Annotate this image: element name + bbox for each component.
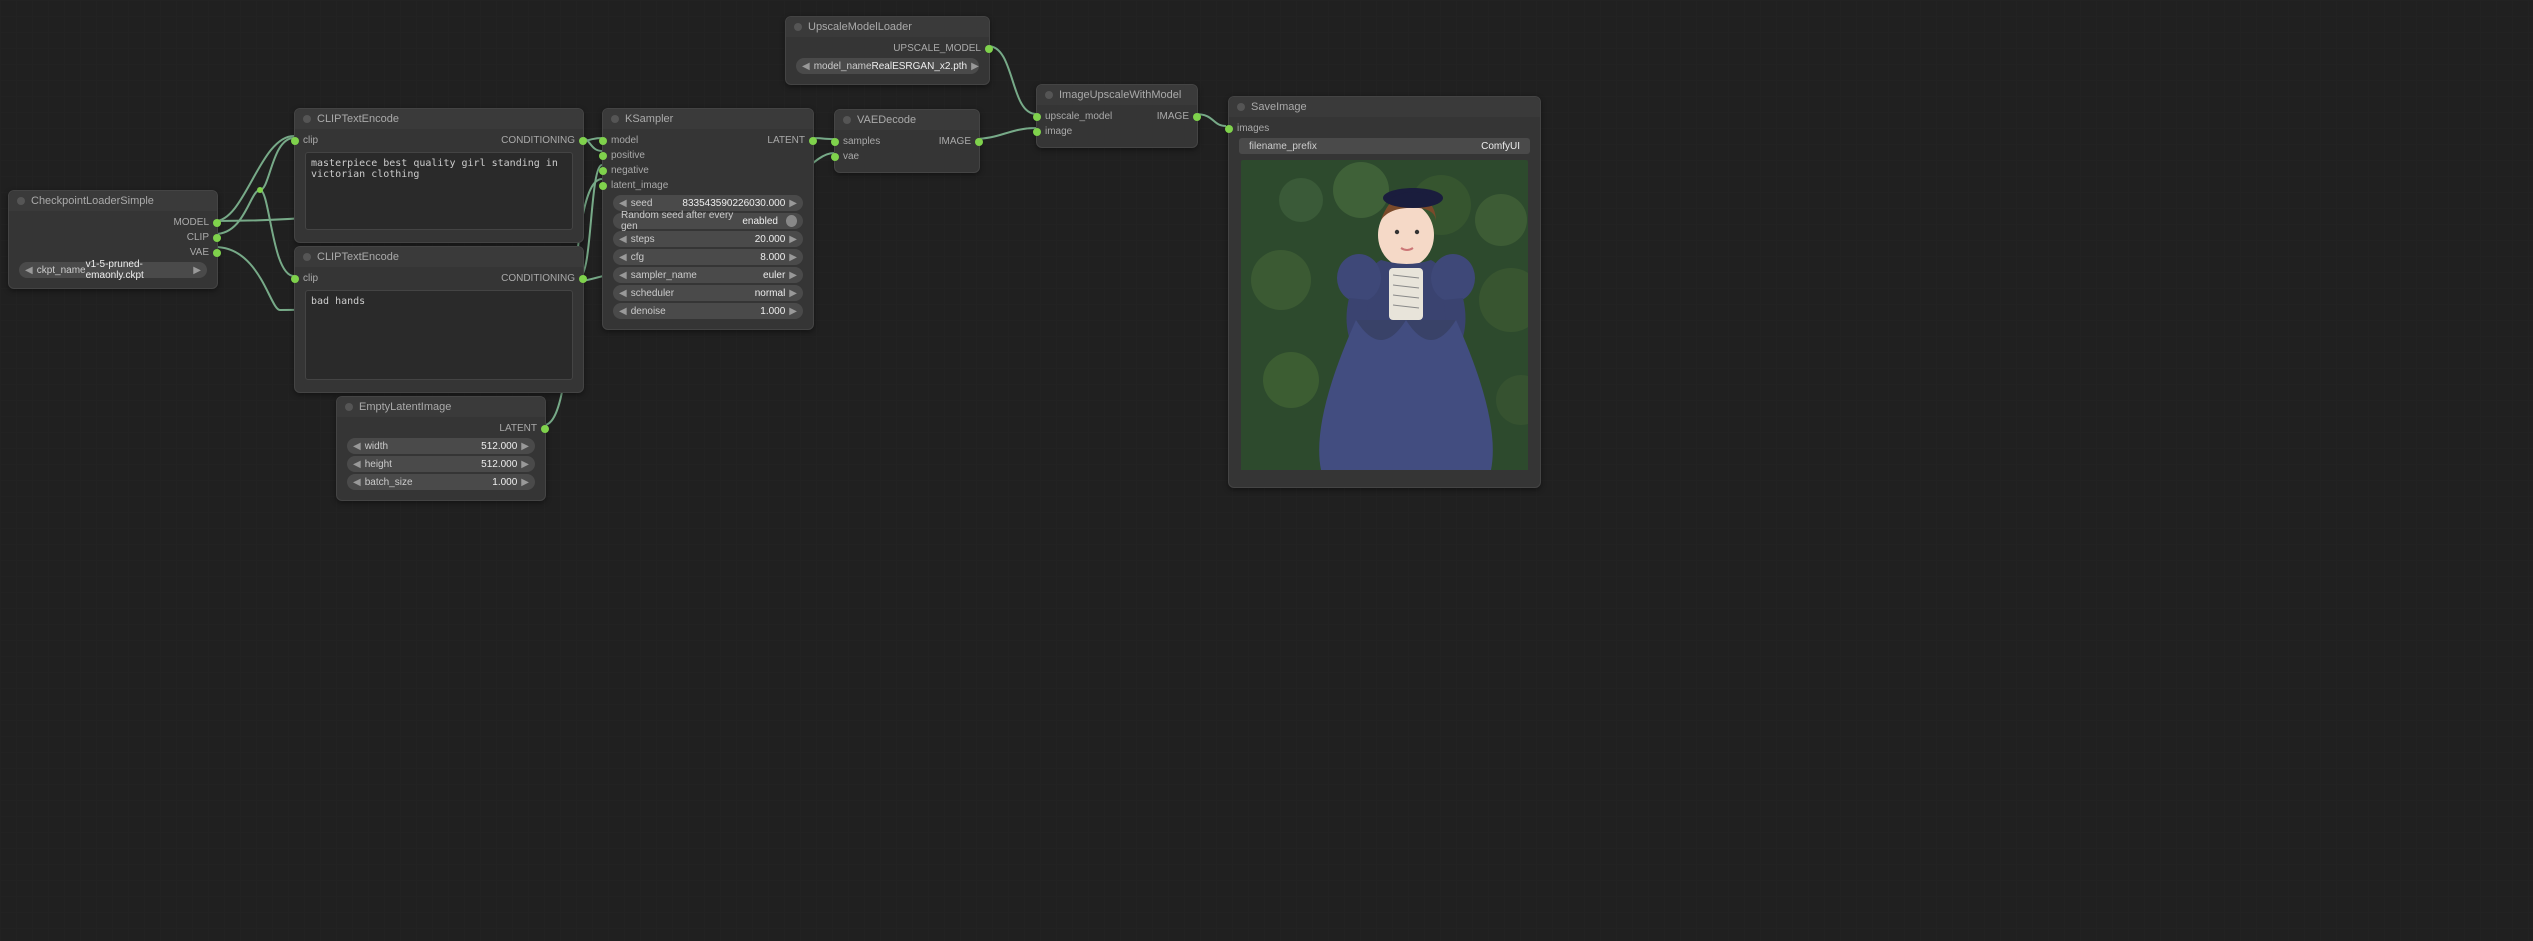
status-dot — [345, 403, 353, 411]
node-checkpoint-loader[interactable]: CheckpointLoaderSimple MODEL CLIP VAE ◀ … — [8, 190, 218, 289]
node-clip-negative[interactable]: CLIPTextEncode clip CONDITIONING bad han… — [294, 246, 584, 393]
node-vae-decode[interactable]: VAEDecode samples vae IMAGE — [834, 109, 980, 173]
node-title: UpscaleModelLoader — [808, 21, 912, 33]
node-title: CLIPTextEncode — [317, 251, 399, 263]
input-clip[interactable]: clip — [301, 133, 318, 148]
node-titlebar[interactable]: CheckpointLoaderSimple — [9, 191, 217, 211]
node-title: EmptyLatentImage — [359, 401, 451, 413]
prompt-textarea[interactable]: masterpiece best quality girl standing i… — [305, 152, 573, 230]
output-vae[interactable]: VAE — [15, 245, 211, 260]
input-positive[interactable]: positive — [609, 148, 668, 163]
chevron-right-icon[interactable]: ▶ — [971, 61, 979, 72]
input-images[interactable]: images — [1235, 121, 1534, 136]
widget-latent-0[interactable]: ◀width512.000▶ — [347, 438, 535, 454]
node-titlebar[interactable]: CLIPTextEncode — [295, 109, 583, 129]
output-conditioning[interactable]: CONDITIONING — [501, 271, 577, 286]
widget-latent-2[interactable]: ◀batch_size1.000▶ — [347, 474, 535, 490]
node-upscale-model-loader[interactable]: UpscaleModelLoader UPSCALE_MODEL ◀ model… — [785, 16, 990, 85]
chevron-left-icon[interactable]: ◀ — [802, 61, 810, 72]
output-conditioning[interactable]: CONDITIONING — [501, 133, 577, 148]
widget-model-name[interactable]: ◀ model_name RealESRGAN_x2.pth ▶ — [796, 58, 979, 74]
status-dot — [794, 23, 802, 31]
widget-ksampler-2[interactable]: ◀steps20.000▶ — [613, 231, 803, 247]
output-model[interactable]: MODEL — [15, 215, 211, 230]
node-titlebar[interactable]: UpscaleModelLoader — [786, 17, 989, 37]
node-title: KSampler — [625, 113, 673, 125]
status-dot — [611, 115, 619, 123]
node-titlebar[interactable]: SaveImage — [1229, 97, 1540, 117]
output-upscale-model[interactable]: UPSCALE_MODEL — [792, 41, 983, 56]
input-upscale-model[interactable]: upscale_model — [1043, 109, 1112, 124]
widget-ksampler-0[interactable]: ◀seed833543590226030.000▶ — [613, 195, 803, 211]
status-dot — [843, 116, 851, 124]
node-clip-positive[interactable]: CLIPTextEncode clip CONDITIONING masterp… — [294, 108, 584, 243]
output-clip[interactable]: CLIP — [15, 230, 211, 245]
status-dot — [303, 253, 311, 261]
chevron-left-icon[interactable]: ◀ — [25, 265, 33, 276]
prompt-textarea[interactable]: bad hands — [305, 290, 573, 380]
chevron-right-icon[interactable]: ▶ — [193, 265, 201, 276]
node-save-image[interactable]: SaveImage images filename_prefix ComfyUI — [1228, 96, 1541, 488]
output-latent[interactable]: LATENT — [343, 421, 539, 436]
widget-ksampler-5[interactable]: ◀schedulernormal▶ — [613, 285, 803, 301]
input-negative[interactable]: negative — [609, 163, 668, 178]
status-dot — [303, 115, 311, 123]
node-image-upscale[interactable]: ImageUpscaleWithModel upscale_model imag… — [1036, 84, 1198, 148]
node-title: VAEDecode — [857, 114, 916, 126]
widget-latent-1[interactable]: ◀height512.000▶ — [347, 456, 535, 472]
output-latent[interactable]: LATENT — [767, 133, 807, 148]
input-clip[interactable]: clip — [301, 271, 318, 286]
widget-ksampler-1[interactable]: Random seed after every genenabled — [613, 213, 803, 229]
output-image-preview — [1241, 160, 1528, 473]
output-image[interactable]: IMAGE — [1157, 109, 1191, 124]
node-titlebar[interactable]: VAEDecode — [835, 110, 979, 130]
status-dot — [1237, 103, 1245, 111]
node-titlebar[interactable]: EmptyLatentImage — [337, 397, 545, 417]
widget-filename-prefix[interactable]: filename_prefix ComfyUI — [1239, 138, 1530, 154]
widget-ksampler-4[interactable]: ◀sampler_nameeuler▶ — [613, 267, 803, 283]
node-empty-latent[interactable]: EmptyLatentImage LATENT ◀width512.000▶ ◀h… — [336, 396, 546, 501]
node-title: CLIPTextEncode — [317, 113, 399, 125]
node-title: ImageUpscaleWithModel — [1059, 89, 1181, 101]
widget-ksampler-3[interactable]: ◀cfg8.000▶ — [613, 249, 803, 265]
input-image[interactable]: image — [1043, 124, 1112, 139]
node-titlebar[interactable]: ImageUpscaleWithModel — [1037, 85, 1197, 105]
input-model[interactable]: model — [609, 133, 668, 148]
status-dot — [17, 197, 25, 205]
node-titlebar[interactable]: CLIPTextEncode — [295, 247, 583, 267]
node-titlebar[interactable]: KSampler — [603, 109, 813, 129]
input-samples[interactable]: samples — [841, 134, 880, 149]
node-ksampler[interactable]: KSampler model positive negative latent_… — [602, 108, 814, 330]
node-title: CheckpointLoaderSimple — [31, 195, 154, 207]
output-image[interactable]: IMAGE — [939, 134, 973, 149]
widget-ckpt-name[interactable]: ◀ ckpt_name v1-5-pruned-emaonly.ckpt ▶ — [19, 262, 207, 278]
node-title: SaveImage — [1251, 101, 1307, 113]
status-dot — [1045, 91, 1053, 99]
widget-ksampler-6[interactable]: ◀denoise1.000▶ — [613, 303, 803, 319]
input-latent-image[interactable]: latent_image — [609, 178, 668, 193]
input-vae[interactable]: vae — [841, 149, 880, 164]
